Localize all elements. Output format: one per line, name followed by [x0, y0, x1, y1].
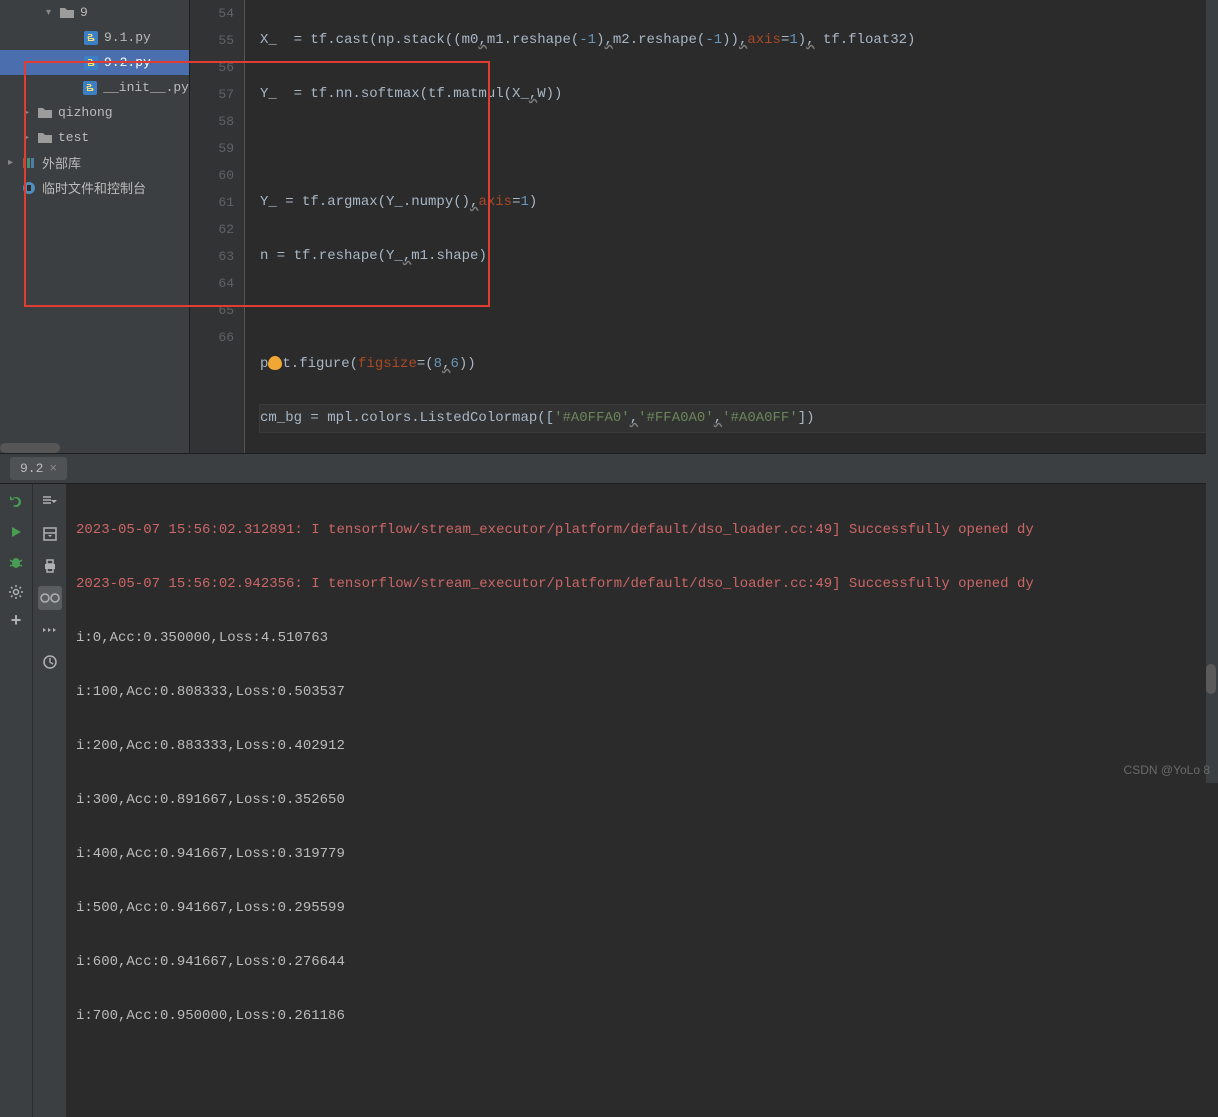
chevron-right-icon: ▸ [24, 132, 36, 144]
tree-label: 临时文件和控制台 [42, 178, 146, 197]
run-left-toolbar: + [0, 484, 32, 1117]
run-button[interactable] [6, 522, 26, 542]
history-button[interactable] [38, 650, 62, 674]
console-line: i:200,Acc:0.883333,Loss:0.402912 [76, 733, 1208, 760]
code-editor[interactable]: 54555657585960616263646566 X_ = tf.cast(… [190, 0, 1218, 453]
code-line-54[interactable]: X_ = tf.cast(np.stack((m0,m1.reshape(-1)… [260, 27, 1218, 54]
watermark: CSDN @YoLo 8 [1124, 763, 1210, 777]
soft-wrap-button[interactable] [38, 586, 62, 610]
python-file-icon [82, 55, 100, 71]
intention-bulb-icon[interactable] [268, 356, 282, 370]
add-button[interactable]: + [6, 612, 26, 632]
code-line-56[interactable] [260, 135, 1218, 162]
tree-folder-test[interactable]: ▸ test [0, 125, 189, 150]
tree-file-init[interactable]: __init__.py [0, 75, 189, 100]
chevron-right-icon: ▸ [8, 157, 20, 169]
console-line: i:100,Acc:0.808333,Loss:0.503537 [76, 679, 1208, 706]
editor-scrollbar[interactable] [1206, 0, 1218, 453]
code-line-55[interactable]: Y_ = tf.nn.softmax(tf.matmul(X_,W)) [260, 81, 1218, 108]
console-line: i:0,Acc:0.350000,Loss:4.510763 [76, 625, 1208, 652]
console-line: i:500,Acc:0.941667,Loss:0.295599 [76, 895, 1208, 922]
chevron-right-icon: ▸ [24, 107, 36, 119]
project-sidebar: ▾ 9 9.1.py 9.2.py __init__.py [0, 0, 190, 453]
tree-folder-qizhong[interactable]: ▸ qizhong [0, 100, 189, 125]
chevron-down-icon: ▾ [46, 7, 58, 19]
debug-button[interactable] [6, 552, 26, 572]
tree-label: __init__.py [103, 80, 189, 95]
folder-icon [58, 7, 76, 19]
console-line: i:700,Acc:0.950000,Loss:0.261186 [76, 1003, 1208, 1030]
console-line: 2023-05-07 15:56:02.312891: I tensorflow… [76, 517, 1208, 544]
run-tab[interactable]: 9.2 × [10, 457, 67, 480]
run-panel: 9.2 × + [0, 453, 1218, 1117]
code-line-60[interactable]: pt.figure(figsize=(8,6)) [260, 351, 1218, 378]
scratch-icon [20, 181, 38, 195]
close-icon[interactable]: × [49, 461, 57, 476]
code-line-61[interactable]: cm_bg = mpl.colors.ListedColormap(['#A0F… [260, 405, 1218, 432]
rerun-button[interactable] [6, 492, 26, 512]
sidebar-scrollbar[interactable] [0, 443, 60, 453]
python-file-icon [82, 80, 100, 96]
tree-scratches[interactable]: 临时文件和控制台 [0, 175, 189, 200]
code-line-59[interactable] [260, 297, 1218, 324]
line-gutter: 54555657585960616263646566 [190, 0, 245, 453]
code-line-57[interactable]: Y_ = tf.argmax(Y_.numpy(),axis=1) [260, 189, 1218, 216]
print-button[interactable] [38, 554, 62, 578]
console-line: i:400,Acc:0.941667,Loss:0.319779 [76, 841, 1208, 868]
code-line-58[interactable]: n = tf.reshape(Y_,m1.shape) [260, 243, 1218, 270]
library-icon [20, 156, 38, 170]
tree-external-libs[interactable]: ▸ 外部库 [0, 150, 189, 175]
tree-label: test [58, 130, 89, 145]
tree-file-91[interactable]: 9.1.py [0, 25, 189, 50]
tree-label: 9.1.py [104, 30, 151, 45]
tree-folder-9[interactable]: ▾ 9 [0, 0, 189, 25]
tree-label: qizhong [58, 105, 113, 120]
tree-file-92[interactable]: 9.2.py [0, 50, 189, 75]
step-button[interactable] [38, 618, 62, 642]
console-line: i:600,Acc:0.941667,Loss:0.276644 [76, 949, 1208, 976]
scroll-to-end-button[interactable] [38, 490, 62, 514]
console-line: i:300,Acc:0.891667,Loss:0.352650 [76, 787, 1208, 814]
tree-label: 9 [80, 5, 88, 20]
run-output-toolbar [32, 484, 66, 1117]
code-area[interactable]: X_ = tf.cast(np.stack((m0,m1.reshape(-1)… [245, 0, 1218, 453]
run-tab-label: 9.2 [20, 461, 43, 476]
console-line: 2023-05-07 15:56:02.942356: I tensorflow… [76, 571, 1208, 598]
settings-button[interactable] [6, 582, 26, 602]
tree-label: 外部库 [42, 153, 81, 172]
python-file-icon [82, 30, 100, 46]
folder-icon [36, 107, 54, 119]
run-tab-bar: 9.2 × [0, 454, 1218, 484]
console-output[interactable]: 2023-05-07 15:56:02.312891: I tensorflow… [66, 484, 1218, 1117]
folder-icon [36, 132, 54, 144]
layout-button[interactable] [38, 522, 62, 546]
console-scrollbar[interactable] [1206, 664, 1216, 694]
tree-label: 9.2.py [104, 55, 151, 70]
